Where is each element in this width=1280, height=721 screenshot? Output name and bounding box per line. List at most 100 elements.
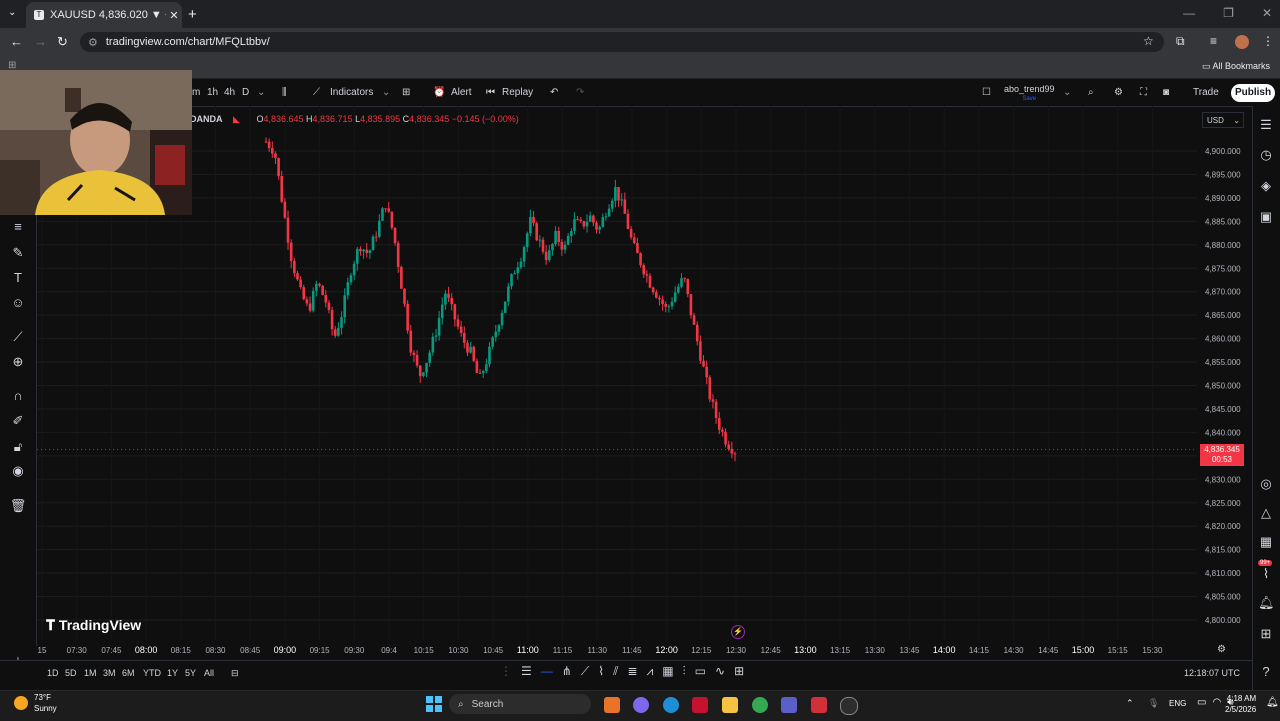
interval-dropdown-icon[interactable]: ⌄: [257, 87, 265, 98]
rectangle-icon[interactable]: ▭: [695, 664, 706, 679]
taskbar-search[interactable]: ⌕ Search: [449, 694, 591, 714]
grid-tool-icon[interactable]: ▦: [662, 664, 673, 679]
alert-button[interactable]: Alert: [451, 87, 472, 98]
browser-tab[interactable]: T XAUUSD 4,836.020 ▼ −2.59% u ✕: [26, 2, 182, 28]
app-icon-orange[interactable]: [604, 697, 620, 713]
close-window-icon[interactable]: ✕: [1262, 6, 1272, 20]
trash-icon[interactable]: 🗑︎: [9, 498, 27, 514]
teams-icon[interactable]: [781, 697, 797, 713]
layout-checkbox-icon[interactable]: ☐: [982, 87, 991, 98]
language-indicator[interactable]: ENG: [1169, 699, 1186, 708]
monitor-icon[interactable]: ▭: [1197, 697, 1206, 708]
range-1m[interactable]: 1M: [84, 668, 97, 678]
range-all[interactable]: All: [204, 668, 214, 678]
notifications-stream-icon[interactable]: ⌇: [1258, 566, 1274, 582]
weather-sun-icon[interactable]: [14, 696, 28, 710]
bookmark-star-icon[interactable]: ☆: [1143, 34, 1154, 48]
chrome-icon[interactable]: [752, 697, 768, 713]
bell-icon[interactable]: 🔔︎: [1258, 595, 1275, 611]
recording-app-icon[interactable]: [811, 697, 827, 713]
undo-icon[interactable]: ↶: [550, 87, 558, 98]
interval-d[interactable]: D: [242, 87, 249, 98]
taskbar-clock[interactable]: 4:18 AM 2/5/2026: [1225, 693, 1256, 715]
weather-widget[interactable]: 73°F Sunny: [34, 692, 57, 714]
watchlist-icon[interactable]: ☰: [1258, 117, 1274, 133]
horizontal-lines-icon[interactable]: ☰: [521, 664, 532, 679]
pitchfork-icon[interactable]: ⋔: [562, 664, 572, 679]
layout-name[interactable]: abo_trend99 Save: [1004, 84, 1055, 104]
price-chart[interactable]: [37, 106, 1197, 640]
range-5d[interactable]: 5D: [65, 668, 77, 678]
lock-icon[interactable]: 🔓︎: [9, 439, 27, 455]
all-bookmarks[interactable]: ▭ All Bookmarks: [1202, 61, 1270, 72]
interval-4h[interactable]: 4h: [224, 87, 235, 98]
more-grid-icon[interactable]: ⊞: [1258, 626, 1274, 642]
fullscreen-icon[interactable]: ⛶: [1140, 87, 1147, 98]
pattern-icon[interactable]: ⌇: [598, 664, 604, 679]
replay-button[interactable]: Replay: [502, 87, 533, 98]
back-button[interactable]: ←: [10, 34, 23, 49]
new-tab-button[interactable]: +: [188, 6, 197, 23]
time-axis[interactable]: 15 07:30 07:45 08:00 08:15 08:30 08:45 09:00 09:…: [37, 640, 1252, 660]
go-to-date-icon[interactable]: ⊟: [231, 668, 239, 679]
tab-search-button[interactable]: ⌄: [8, 7, 16, 18]
tradingview-logo[interactable]: 𝐓 TradingView: [46, 617, 141, 634]
layers-icon[interactable]: ◈: [1258, 178, 1274, 194]
layout-dropdown-icon[interactable]: ⌄: [1063, 87, 1071, 98]
magnet-icon[interactable]: ∩: [9, 388, 27, 404]
redo-icon[interactable]: ↷: [576, 87, 584, 98]
range-6m[interactable]: 6M: [122, 668, 135, 678]
alert-clock-icon[interactable]: ⏰: [433, 87, 445, 98]
zoom-in-icon[interactable]: ⊕: [9, 354, 27, 370]
trend-line-icon[interactable]: ⟋: [581, 664, 589, 679]
price-axis[interactable]: 4,900.000 4,895.000 4,890.000 4,885.000 4,88…: [1197, 106, 1252, 640]
indicators-button[interactable]: Indicators: [330, 87, 373, 98]
range-1d[interactable]: 1D: [47, 668, 59, 678]
start-windows-icon[interactable]: [426, 696, 442, 712]
profile-avatar[interactable]: [1235, 35, 1249, 49]
interval-minute[interactable]: m: [192, 87, 200, 98]
brush-icon[interactable]: ✎: [9, 245, 27, 261]
drag-handle-icon[interactable]: ⋮: [500, 664, 512, 679]
parallel-icon[interactable]: ⫶: [683, 664, 686, 679]
fib-icon[interactable]: ≣: [627, 664, 637, 679]
notification-center-icon[interactable]: 🔔︎: [1266, 697, 1279, 708]
edge-icon[interactable]: [663, 697, 679, 713]
snapshot-camera-icon[interactable]: ◙: [1163, 87, 1169, 98]
omnibox[interactable]: ⚙ tradingview.com/chart/MFQLtbbv/: [80, 32, 1164, 52]
indicators-dropdown-icon[interactable]: ⌄: [382, 87, 390, 98]
line-tools-icon[interactable]: ≡: [9, 219, 27, 235]
table-icon[interactable]: ⊞: [734, 664, 744, 679]
site-info-icon[interactable]: ⚙: [88, 36, 98, 49]
horizontal-ray-icon[interactable]: —: [541, 664, 553, 679]
wifi-icon[interactable]: ◠: [1212, 697, 1221, 708]
path-icon[interactable]: ∿: [715, 664, 725, 679]
chart-type-candles-icon[interactable]: ⫼: [282, 87, 287, 98]
mic-icon[interactable]: 🎙︎: [1148, 698, 1159, 709]
trade-button[interactable]: Trade: [1193, 87, 1219, 98]
quick-search-icon[interactable]: ⌕: [1088, 87, 1094, 98]
emoji-icon[interactable]: ☺: [9, 295, 27, 311]
help-icon[interactable]: ?: [1258, 664, 1274, 680]
layout-grid-icon[interactable]: ⊞: [402, 87, 410, 98]
close-tab-icon[interactable]: ✕: [166, 9, 182, 22]
reading-list-icon[interactable]: ≡: [1210, 34, 1217, 48]
chat-icon[interactable]: ▣: [1258, 209, 1274, 225]
publish-button[interactable]: Publish: [1231, 84, 1275, 102]
range-ytd[interactable]: YTD: [143, 668, 161, 678]
replay-icon[interactable]: ⏮: [486, 87, 495, 98]
range-3m[interactable]: 3M: [103, 668, 116, 678]
maximize-icon[interactable]: ❐: [1223, 6, 1234, 20]
range-5y[interactable]: 5Y: [185, 668, 196, 678]
alerts-clock-icon[interactable]: ◷: [1258, 147, 1274, 163]
minimize-icon[interactable]: —: [1183, 6, 1195, 20]
reload-button[interactable]: ↻: [57, 34, 68, 50]
copilot-icon[interactable]: [633, 697, 649, 713]
target-icon[interactable]: ◎: [1258, 476, 1274, 492]
forward-button[interactable]: →: [34, 34, 47, 49]
channel-icon[interactable]: ⫽: [613, 664, 618, 679]
range-1y[interactable]: 1Y: [167, 668, 178, 678]
tray-chevron-icon[interactable]: ⌃: [1126, 698, 1134, 709]
ideas-icon[interactable]: △: [1258, 505, 1274, 521]
axis-settings-gear-icon[interactable]: ⚙: [1217, 644, 1226, 655]
